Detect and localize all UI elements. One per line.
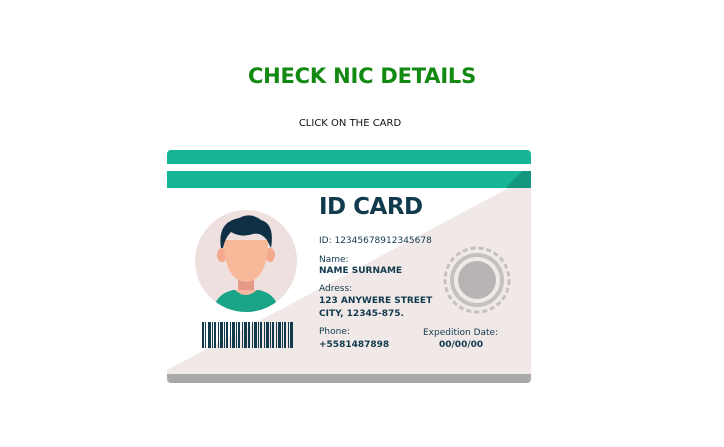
expedition-date-value: 00/00/00 [439, 340, 484, 350]
name-label: Name: [319, 255, 349, 265]
expedition-date-label: Expedition Date: [423, 328, 499, 338]
address-line-1: 123 ANYWERE STREET [319, 296, 433, 306]
phone-value: +5581487898 [319, 340, 390, 350]
card-stripe-shade [502, 171, 531, 188]
id-number: ID: 12345678912345678 [319, 236, 432, 246]
card-stripe-top [167, 150, 531, 164]
id-card[interactable]: ID CARD ID: 12345678912345678 Name: NAME… [167, 150, 531, 380]
card-bottom-band [167, 374, 531, 380]
name-value: NAME SURNAME [319, 266, 403, 276]
address-label: Adress: [319, 284, 353, 294]
barcode-icon [202, 322, 294, 348]
card-heading: ID CARD [319, 194, 423, 220]
seal-icon [443, 246, 511, 314]
address-line-2: CITY, 12345-875. [319, 309, 404, 319]
instruction-text: CLICK ON THE CARD [298, 118, 402, 129]
page-title: CHECK NIC DETAILS [247, 64, 477, 88]
person-avatar-icon [195, 210, 297, 312]
phone-label: Phone: [319, 327, 350, 337]
card-stripe-middle [167, 171, 531, 188]
